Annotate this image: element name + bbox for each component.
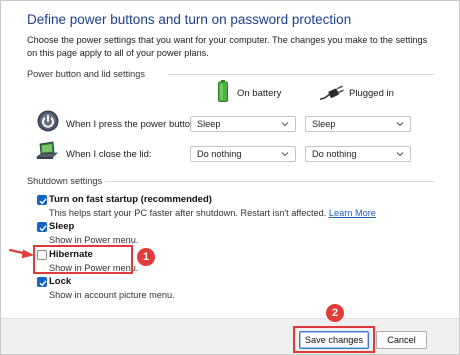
page-title: Define power buttons and turn on passwor… (27, 12, 352, 27)
plugged-in-column-header: Plugged in (349, 88, 394, 99)
chevron-down-icon (281, 122, 289, 127)
lock-sub: Show in account picture menu. (49, 290, 175, 300)
power-button-battery-select[interactable]: Sleep (190, 116, 296, 132)
learn-more-link[interactable]: Learn More (329, 208, 376, 218)
step-2-badge: 2 (326, 304, 344, 322)
selected-value: Do nothing (197, 149, 242, 159)
checkmark-icon (39, 280, 47, 287)
section-divider (168, 74, 434, 75)
checkmark-icon (39, 225, 47, 232)
section-divider (105, 181, 434, 182)
cancel-button[interactable]: Cancel (376, 331, 427, 349)
step-1-badge: 1 (137, 248, 155, 266)
close-lid-label: When I close the lid: (66, 149, 152, 160)
selected-value: Sleep (197, 119, 221, 129)
sleep-checkbox[interactable] (37, 222, 47, 232)
save-highlight-box (293, 326, 375, 353)
power-button-plugged-select[interactable]: Sleep (305, 116, 411, 132)
checkmark-icon (39, 198, 47, 205)
chevron-down-icon (396, 122, 404, 127)
on-battery-column-header: On battery (237, 88, 282, 99)
chevron-down-icon (281, 152, 289, 157)
sleep-sub: Show in Power menu. (49, 235, 139, 245)
fast-startup-checkbox[interactable] (37, 195, 47, 205)
power-section-header: Power button and lid settings (27, 69, 145, 79)
lock-title: Lock (49, 276, 72, 287)
fast-startup-description: This helps start your PC faster after sh… (49, 208, 376, 218)
power-plug-icon (319, 85, 344, 100)
power-button-icon (37, 110, 59, 132)
lock-checkbox[interactable] (37, 277, 47, 287)
chevron-down-icon (396, 152, 404, 157)
power-button-label: When I press the power button: (66, 119, 199, 130)
sleep-title: Sleep (49, 221, 75, 232)
laptop-lid-icon (35, 141, 59, 159)
hibernate-highlight-box (33, 245, 133, 274)
fast-startup-title: Turn on fast startup (recommended) (49, 194, 212, 205)
close-lid-plugged-select[interactable]: Do nothing (305, 146, 411, 162)
shutdown-section-header: Shutdown settings (27, 176, 103, 186)
page-description: Choose the power settings that you want … (27, 35, 428, 58)
selected-value: Sleep (312, 119, 336, 129)
battery-icon (218, 80, 228, 102)
selected-value: Do nothing (312, 149, 357, 159)
red-arrow-icon (9, 248, 34, 259)
close-lid-battery-select[interactable]: Do nothing (190, 146, 296, 162)
fast-startup-sub-text: This helps start your PC faster after sh… (49, 208, 327, 218)
